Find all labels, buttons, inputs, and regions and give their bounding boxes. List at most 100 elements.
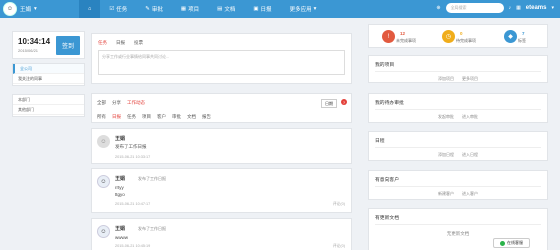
enter-approval-link[interactable]: 进入审批	[462, 114, 478, 120]
feed-author[interactable]: 王娟	[115, 225, 125, 232]
avatar: ☺	[97, 135, 110, 148]
prospective-customers-widget: 有意向客户 新建客户 进入客户	[368, 170, 548, 200]
department-menu: 本部门 其他部门	[12, 94, 85, 117]
comment-link[interactable]: 评论(0)	[333, 244, 345, 249]
top-navigation-bar: ☺ 王娟 ▾ ⌂ ☑ 任务 ✎ 审批 ▦ 项目 ▤ 文档 ▣ 日报 更多应用 ▾ ⊕ 全局搜…	[0, 0, 560, 18]
tab-daily-report[interactable]: 日报	[116, 40, 125, 46]
feed-content-line: ttgyo	[115, 192, 125, 197]
widget-title: 有更新文档	[375, 216, 399, 221]
feed-scope-menu: 全公司 我关注的同事	[12, 63, 85, 86]
feed-type-tabs: 全部 分享 工作动态	[97, 100, 145, 106]
widget-title: 有意向客户	[375, 178, 399, 183]
subtab-project[interactable]: 项目	[142, 114, 151, 120]
tab-vote[interactable]: 投票	[134, 40, 143, 46]
empty-message: 无更新文档	[446, 231, 470, 236]
online-support-button[interactable]: 在线客服	[493, 238, 530, 248]
feed-time: 2015-06-21 10:47:17	[115, 202, 151, 206]
add-project-link[interactable]: 添加项目	[438, 76, 454, 82]
chevron-down-icon: ▾	[313, 6, 317, 12]
enter-schedule-link[interactable]: 进入日程	[462, 152, 478, 158]
enter-customer-link[interactable]: 进入客户	[462, 191, 478, 197]
brand-logo: eteams	[525, 5, 547, 11]
tag-icon: ◆	[504, 30, 517, 43]
nav-item-projects[interactable]: ▦ 项目	[172, 0, 208, 18]
clock-card: 10:34:14 2015/06/21 签到	[12, 31, 85, 59]
add-schedule-link[interactable]: 添加日程	[438, 152, 454, 158]
user-name: 王娟	[20, 7, 32, 13]
nav-item-tasks[interactable]: ☑ 任务	[100, 0, 136, 18]
user-avatar: ☺	[3, 2, 17, 16]
menu-item-whole-company[interactable]: 全公司	[13, 64, 84, 74]
feed-content-line: wwww	[115, 235, 128, 240]
stat-tags[interactable]: ◆ 7 标签	[491, 30, 541, 54]
start-approval-link[interactable]: 发起审批	[438, 114, 454, 120]
project-icon: ▦	[180, 6, 187, 12]
task-icon: ☑	[109, 6, 115, 12]
home-icon: ⌂	[88, 6, 92, 12]
widget-title: 我的待办审批	[375, 101, 404, 106]
subtab-daily-report[interactable]: 日报	[112, 114, 121, 120]
global-search-input[interactable]: 全局搜索	[445, 3, 504, 13]
feed-author[interactable]: 王娟	[115, 135, 125, 142]
home-nav-item[interactable]: ⌂	[79, 0, 101, 18]
share-textarea[interactable]: 分享工作或行业事情给同事共同讨论...	[98, 50, 345, 75]
subtab-task[interactable]: 任务	[127, 114, 136, 120]
date-filter-dropdown[interactable]: 日期	[321, 99, 337, 108]
nav-item-more-apps[interactable]: 更多应用 ▾	[281, 0, 326, 18]
report-icon: ▣	[253, 6, 259, 12]
comment-link[interactable]: 评论(0)	[333, 202, 345, 207]
feed-time: 2015-06-21 10:45:19	[115, 244, 151, 248]
subtab-all[interactable]: 所有	[97, 114, 106, 120]
chevron-down-icon: ▾	[34, 6, 37, 12]
subtab-customer[interactable]: 客户	[157, 114, 166, 120]
topbar-right: ⊕ 全局搜索 ♪ ▦ eteams ▾	[436, 3, 554, 13]
composer-card: 任务 日报 投票 分享工作或行业事情给同事共同讨论...	[91, 33, 352, 84]
current-time: 10:34:14	[18, 37, 51, 46]
tab-work-activity[interactable]: 工作动态	[127, 100, 145, 106]
stat-pending[interactable]: ◷ 0 待完成事项	[429, 30, 479, 54]
feed-action: 发布了工作日报	[138, 226, 166, 231]
feed-filter-card: 全部 分享 工作动态 日期 ? 所有 日报 任务 项目 客户 审批 文档 报告	[91, 93, 352, 123]
feed-content-line: rrtyy	[115, 185, 124, 190]
menu-item-other-departments[interactable]: 其他部门	[13, 105, 84, 115]
feed-item: ☺ 王娟 发布了工作日报 rrtyy ttgyo 2015-06-21 10:4…	[91, 168, 352, 213]
tab-share[interactable]: 分享	[112, 100, 121, 106]
bell-icon[interactable]: ♪	[509, 5, 512, 11]
nav-item-approval[interactable]: ✎ 审批	[136, 0, 172, 18]
alert-icon: !	[382, 30, 395, 43]
pending-approvals-widget: 我的待办审批 发起审批 进入审批	[368, 93, 548, 123]
approval-icon: ✎	[145, 6, 150, 12]
stats-card: ! 12 未完成事项 ◷ 0 待完成事项 ◆ 7 标签	[368, 24, 548, 48]
current-date: 2015/06/21	[18, 48, 39, 53]
sign-in-button[interactable]: 签到	[56, 36, 80, 55]
help-icon[interactable]: ?	[341, 99, 347, 105]
feed-action: 发布了工作日报	[115, 144, 147, 149]
feed-time: 2015-06-21 10:33:17	[115, 155, 151, 159]
my-projects-widget: 我的项目 添加项目 更多项目	[368, 55, 548, 83]
clock-icon: ◷	[442, 30, 455, 43]
feed-author[interactable]: 王娟	[115, 175, 125, 182]
more-projects-link[interactable]: 更多项目	[462, 76, 478, 82]
stat-unfinished[interactable]: ! 12 未完成事项	[369, 30, 419, 54]
widget-title: 日程	[375, 139, 385, 144]
avatar: ☺	[97, 225, 110, 238]
user-menu[interactable]: ☺ 王娟 ▾	[3, 2, 37, 16]
main-nav: ⌂ ☑ 任务 ✎ 审批 ▦ 项目 ▤ 文档 ▣ 日报 更多应用 ▾	[79, 0, 325, 18]
subtab-document[interactable]: 文档	[187, 114, 196, 120]
nav-item-daily-report[interactable]: ▣ 日报	[244, 0, 280, 18]
apps-icon[interactable]: ▦	[516, 5, 521, 11]
feed-action: 发布了工作日报	[138, 176, 166, 181]
menu-item-followed-colleagues[interactable]: 我关注的同事	[13, 74, 84, 84]
subtab-approval[interactable]: 审批	[172, 114, 181, 120]
widget-title: 我的项目	[375, 63, 395, 68]
tab-task[interactable]: 任务	[98, 40, 107, 46]
feed-subtype-tabs: 所有 日报 任务 项目 客户 审批 文档 报告	[97, 114, 211, 120]
new-customer-link[interactable]: 新建客户	[438, 191, 454, 197]
tab-all[interactable]: 全部	[97, 100, 106, 106]
chevron-down-icon[interactable]: ▾	[551, 5, 554, 11]
feed-item: ☺ 王娟 发布了工作日报 2015-06-21 10:33:17	[91, 128, 352, 164]
nav-item-documents[interactable]: ▤ 文档	[208, 0, 244, 18]
subtab-report[interactable]: 报告	[202, 114, 211, 120]
menu-item-my-department[interactable]: 本部门	[13, 95, 84, 105]
add-icon[interactable]: ⊕	[436, 5, 440, 11]
